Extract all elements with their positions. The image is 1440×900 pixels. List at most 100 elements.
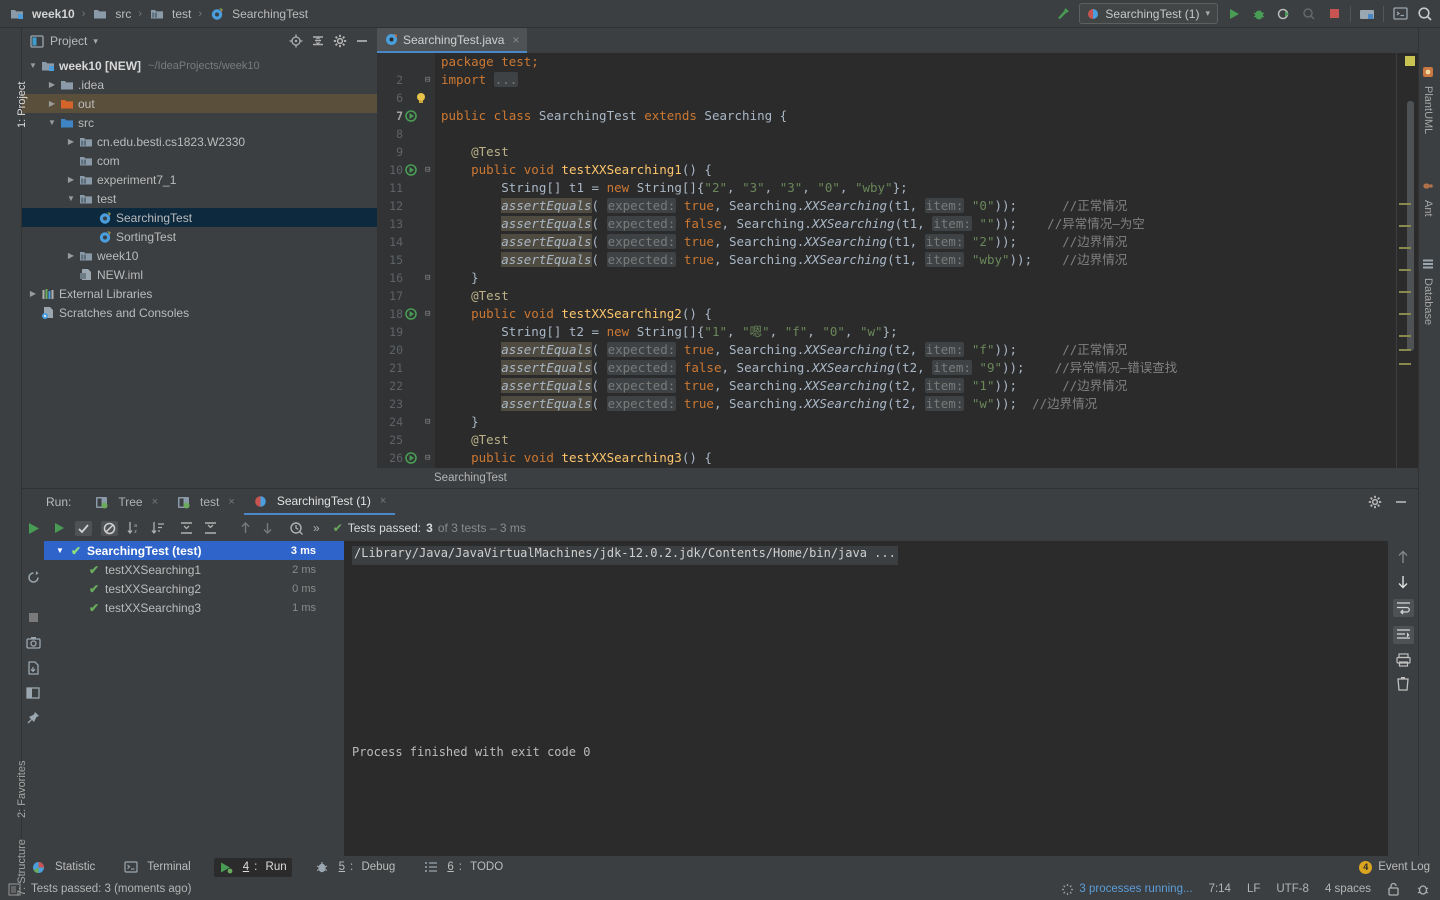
status-tool-button-debug[interactable]: 5: Debug <box>310 858 401 877</box>
profile-icon[interactable] <box>1300 5 1318 23</box>
console-output[interactable]: /Library/Java/JavaVirtualMachines/jdk-12… <box>344 541 1388 856</box>
next-failed-icon[interactable] <box>261 521 274 535</box>
code-fold-icon[interactable]: ⊟ <box>425 413 430 431</box>
collapse-all-icon[interactable] <box>203 521 218 535</box>
sort-by-duration-icon[interactable] <box>151 521 166 535</box>
hide-panel-icon[interactable] <box>1394 495 1408 509</box>
breadcrumb-item-src[interactable]: src <box>89 4 134 23</box>
tree-node-scratches-and-consoles[interactable]: Scratches and Consoles <box>22 303 377 322</box>
tool-window-button-ant[interactable]: Ant <box>1421 178 1436 217</box>
chevron-down-icon[interactable]: ▼ <box>56 546 69 555</box>
tree-node-src[interactable]: ▼ src <box>22 113 377 132</box>
build-icon[interactable] <box>1054 5 1072 23</box>
code-fold-icon[interactable]: ⊟ <box>425 269 430 287</box>
search-everywhere-icon[interactable] <box>1416 5 1434 23</box>
process-indicator[interactable]: 3 processes running... <box>1061 883 1193 896</box>
editor-breadcrumb-path[interactable]: SearchingTest <box>377 468 1418 488</box>
run-test-gutter-icon[interactable] <box>405 305 418 323</box>
chevron-right-icon[interactable]: ▶ <box>64 137 78 146</box>
chevron-right-icon[interactable]: ▶ <box>45 99 59 108</box>
chevron-down-icon[interactable]: ▾ <box>1205 8 1210 19</box>
inspection-status-icon[interactable] <box>1405 56 1415 66</box>
code-content[interactable]: package test; import ... public class Sear… <box>435 53 1396 468</box>
sort-alphabetically-icon[interactable]: az <box>127 521 142 535</box>
status-tool-button-run[interactable]: 4: Run <box>213 857 292 877</box>
tool-window-button-7-structure[interactable]: 7: Structure <box>16 839 28 896</box>
status-tool-button-statistic[interactable]: Statistic <box>26 858 100 877</box>
expand-all-icon[interactable] <box>179 521 194 535</box>
project-tree[interactable]: ▼ week10 [NEW] ~/IdeaProjects/week10 ▶ .idea… <box>22 54 377 488</box>
settings-gear-icon[interactable] <box>333 34 347 48</box>
stop-icon[interactable] <box>27 611 40 624</box>
project-structure-icon[interactable] <box>1358 5 1376 23</box>
tool-window-button-plantuml[interactable]: PlantUML <box>1421 64 1436 134</box>
tree-node-new-iml[interactable]: NEW.iml <box>22 265 377 284</box>
settings-gear-icon[interactable] <box>1368 495 1382 509</box>
history-icon[interactable] <box>289 521 304 536</box>
tree-node-experiment7-1[interactable]: ▶ experiment7_1 <box>22 170 377 189</box>
test-result-row[interactable]: ✔ testXXSearching2 0 ms <box>44 579 344 598</box>
caret-position[interactable]: 7:14 <box>1209 883 1231 895</box>
run-test-gutter-icon[interactable] <box>405 161 418 179</box>
code-fold-icon[interactable]: ⊟ <box>425 449 430 467</box>
run-tab-test[interactable]: test × <box>167 489 244 515</box>
tree-node-com[interactable]: com <box>22 151 377 170</box>
warning-marker[interactable] <box>1399 225 1411 227</box>
tree-node-out[interactable]: ▶ out <box>22 94 377 113</box>
warning-marker[interactable] <box>1399 363 1411 365</box>
tree-node-week10[interactable]: ▶ week10 <box>22 246 377 265</box>
pin-icon[interactable] <box>26 711 40 725</box>
stop-icon[interactable] <box>1325 5 1343 23</box>
scroll-to-end-icon[interactable] <box>1392 626 1414 644</box>
code-fold-icon[interactable]: ⊟ <box>425 161 430 179</box>
code-fold-icon[interactable]: ⊟ <box>425 305 430 323</box>
collapse-all-icon[interactable] <box>311 34 325 48</box>
close-icon[interactable]: × <box>228 496 234 508</box>
clear-all-icon[interactable] <box>1396 676 1410 691</box>
chevron-right-icon[interactable]: ▶ <box>64 175 78 184</box>
locate-icon[interactable] <box>289 34 303 48</box>
inspections-icon[interactable] <box>1416 882 1430 896</box>
tree-node--idea[interactable]: ▶ .idea <box>22 75 377 94</box>
show-ignored-icon[interactable] <box>101 520 118 536</box>
rerun-failed-icon[interactable] <box>26 570 41 585</box>
project-panel-title[interactable]: Project ▾ <box>30 34 283 48</box>
intention-bulb-icon[interactable] <box>415 89 428 107</box>
warning-marker[interactable] <box>1399 335 1411 337</box>
tree-node-cn-edu-besti-cs1823-w2330[interactable]: ▶ cn.edu.besti.cs1823.W2330 <box>22 132 377 151</box>
tree-node-week10-new-[interactable]: ▼ week10 [NEW] ~/IdeaProjects/week10 <box>22 56 377 75</box>
editor-marker-bar[interactable] <box>1396 53 1418 468</box>
editor-canvas[interactable]: 2 ⊟ 6 7 8 9 10 ⊟ 11 12 13 14 15 16 ⊟ 17 18 ⊟ 19 20 21 22 23 24 ⊟… <box>377 53 1418 468</box>
test-result-row[interactable]: ✔ testXXSearching1 2 ms <box>44 560 344 579</box>
file-encoding[interactable]: UTF-8 <box>1276 883 1309 895</box>
status-tool-button-todo[interactable]: 6: TODO <box>418 858 508 877</box>
screenshot-icon[interactable] <box>25 636 41 649</box>
test-result-row[interactable]: ▼ ✔ SearchingTest (test) 3 ms <box>44 541 344 560</box>
editor-gutter[interactable]: 2 ⊟ 6 7 8 9 10 ⊟ 11 12 13 14 15 16 ⊟ 17 18 ⊟ 19 20 21 22 23 24 ⊟… <box>377 53 435 468</box>
chevron-right-icon[interactable]: ▶ <box>26 289 40 298</box>
more-icon[interactable]: » <box>313 521 320 535</box>
status-tool-button-terminal[interactable]: Terminal <box>118 858 195 877</box>
chevron-down-icon[interactable]: ▼ <box>64 194 78 203</box>
close-icon[interactable]: × <box>152 496 158 508</box>
breadcrumb-item-searchingtest[interactable]: SearchingTest <box>206 4 311 23</box>
run-configuration-selector[interactable]: SearchingTest (1) ▾ <box>1079 3 1218 24</box>
rerun-icon[interactable] <box>52 521 66 535</box>
breadcrumb-item-week10[interactable]: week10 <box>6 4 78 23</box>
export-icon[interactable] <box>26 661 40 675</box>
tree-node-external-libraries[interactable]: ▶ External Libraries <box>22 284 377 303</box>
hide-icon[interactable] <box>355 34 369 48</box>
close-icon[interactable]: × <box>512 33 519 47</box>
breadcrumb-item-test[interactable]: test <box>146 4 194 23</box>
event-log-label[interactable]: Event Log <box>1378 861 1430 873</box>
scroll-up-icon[interactable] <box>1396 549 1410 565</box>
line-separator[interactable]: LF <box>1247 883 1260 895</box>
prev-failed-icon[interactable] <box>239 521 252 535</box>
tool-window-button-database[interactable]: Database <box>1421 256 1436 325</box>
tree-node-sortingtest[interactable]: SortingTest <box>22 227 377 246</box>
chevron-down-icon[interactable]: ▼ <box>45 118 59 127</box>
warning-marker[interactable] <box>1399 349 1411 351</box>
warning-marker[interactable] <box>1399 203 1411 205</box>
show-passed-icon[interactable] <box>75 520 92 536</box>
chevron-down-icon[interactable]: ▼ <box>26 61 40 70</box>
